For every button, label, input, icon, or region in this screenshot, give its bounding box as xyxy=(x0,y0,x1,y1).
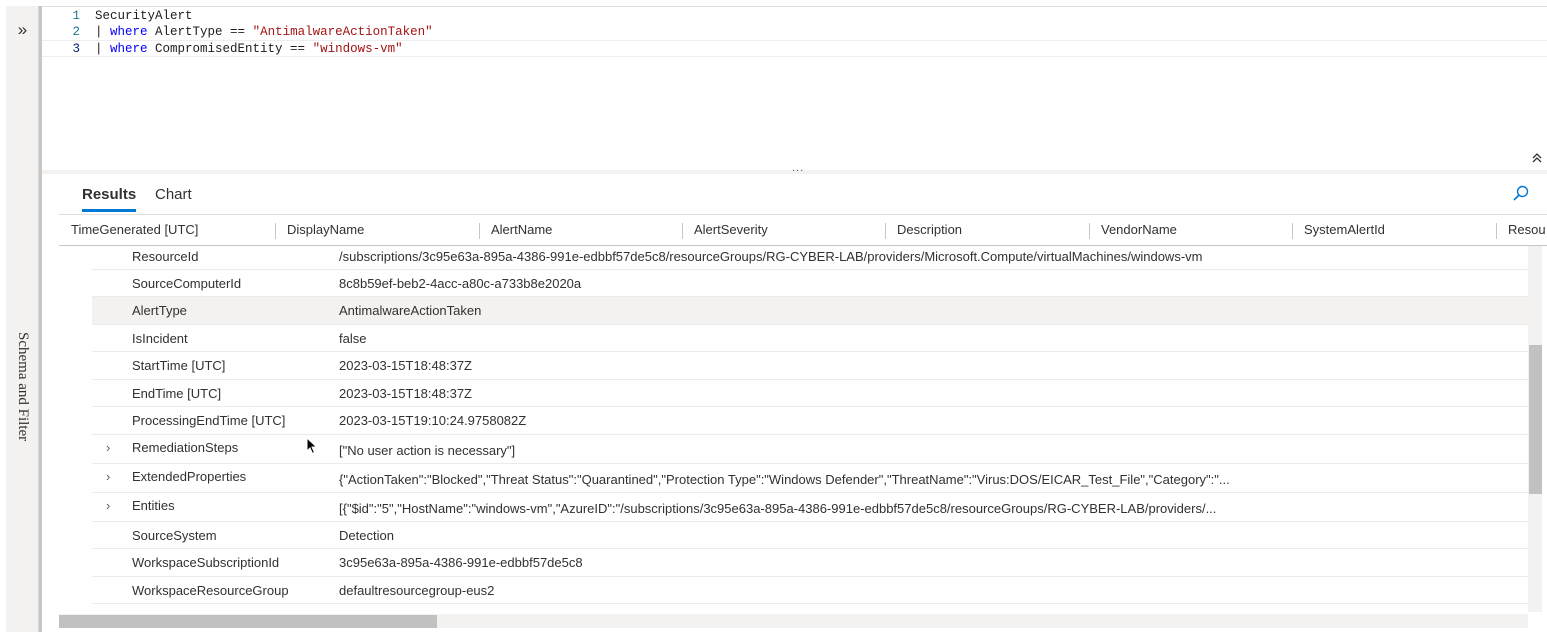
column-header[interactable]: Resou xyxy=(1496,215,1546,245)
field-value: defaultresourcegroup-eus2 xyxy=(339,583,495,598)
code-text[interactable]: | where CompromisedEntity == "windows-vm… xyxy=(95,41,403,58)
field-value: 2023-03-15T18:48:37Z xyxy=(339,386,472,401)
detail-row[interactable]: WorkspaceSubscriptionId 3c95e63a-895a-438… xyxy=(92,549,1528,577)
mouse-pointer-icon xyxy=(306,436,318,455)
tab-chart[interactable]: Chart xyxy=(155,186,192,212)
field-value: 2023-03-15T18:48:37Z xyxy=(339,358,472,373)
field-name: RemediationSteps xyxy=(132,440,239,455)
line-number: 2 xyxy=(72,25,80,39)
vertical-scrollbar[interactable] xyxy=(1528,246,1542,612)
column-resize-handle[interactable] xyxy=(885,223,886,239)
code-line[interactable]: 2 | where AlertType == "AntimalwareAction… xyxy=(42,24,1547,41)
query-editor[interactable]: 1 SecurityAlert 2 | where AlertType == "Ant… xyxy=(42,6,1547,166)
field-value: Detection xyxy=(339,528,394,543)
detail-row[interactable]: IsIncident false xyxy=(92,325,1528,352)
column-header[interactable]: AlertSeverity xyxy=(682,215,768,245)
record-detail-list: ResourceId/subscriptions/3c95e63a-895a-4… xyxy=(59,246,1528,612)
code-string: "AntimalwareActionTaken" xyxy=(252,25,433,39)
code-line[interactable]: 3 | where CompromisedEntity == "windows-v… xyxy=(42,40,1547,57)
detail-row[interactable]: SourceSystem Detection xyxy=(92,522,1528,549)
chevron-right-icon[interactable]: › xyxy=(106,498,110,513)
field-name: Entities xyxy=(132,498,175,513)
field-value: {"ActionTaken":"Blocked","Threat Status"… xyxy=(339,472,1230,487)
results-table-header: TimeGenerated [UTC] DisplayName AlertName A… xyxy=(59,214,1547,246)
splitter-handle[interactable]: ... xyxy=(792,162,804,174)
column-header[interactable]: TimeGenerated [UTC] xyxy=(59,215,198,245)
schema-and-filter-label[interactable]: Schema and Filter xyxy=(14,332,31,441)
field-value: false xyxy=(339,331,367,346)
column-resize-handle[interactable] xyxy=(1292,223,1293,239)
field-value: 3c95e63a-895a-4386-991e-edbbf57de5c8 xyxy=(339,555,583,570)
detail-row[interactable]: SourceComputerId 8c8b59ef-beb2-4acc-a80c-… xyxy=(92,270,1528,297)
code-text[interactable]: | where AlertType == "AntimalwareActionT… xyxy=(95,24,433,41)
column-header[interactable]: VendorName xyxy=(1089,215,1177,245)
chevron-right-icon[interactable]: › xyxy=(106,469,110,484)
field-name: EndTime [UTC] xyxy=(132,386,222,401)
code-text[interactable]: SecurityAlert xyxy=(95,8,193,25)
field-value: 2023-03-15T19:10:24.9758082Z xyxy=(339,413,527,428)
code-token: | xyxy=(95,25,111,39)
field-value: 8c8b59ef-beb2-4acc-a80c-a733b8e2020a xyxy=(339,276,582,291)
expand-panel-icon[interactable]: » xyxy=(6,20,39,40)
code-keyword: where xyxy=(110,42,148,56)
field-value: ["No user action is necessary"] xyxy=(339,443,516,458)
code-line[interactable]: 1 SecurityAlert xyxy=(42,8,1547,25)
column-resize-handle[interactable] xyxy=(682,223,683,239)
collapse-editor-icon[interactable] xyxy=(1531,151,1543,167)
code-string: "windows-vm" xyxy=(312,42,403,56)
editor-results-splitter[interactable]: ... xyxy=(42,162,1547,174)
column-header[interactable]: Description xyxy=(885,215,962,245)
field-name: WorkspaceResourceGroup xyxy=(132,583,289,598)
detail-row[interactable]: ProcessingEndTime [UTC] 2023-03-15T19:10:… xyxy=(92,407,1528,435)
field-name: StartTime [UTC] xyxy=(132,358,226,373)
field-value: [{"$id":"5","HostName":"windows-vm","Azu… xyxy=(339,501,1217,516)
column-resize-handle[interactable] xyxy=(1496,223,1497,239)
column-header[interactable]: AlertName xyxy=(479,215,552,245)
code-token: SecurityAlert xyxy=(95,9,193,23)
schema-and-filter-rail[interactable]: » Schema and Filter xyxy=(6,6,39,632)
detail-row[interactable]: StartTime [UTC] 2023-03-15T18:48:37Z xyxy=(92,352,1528,380)
vertical-scrollbar-thumb[interactable] xyxy=(1529,345,1542,494)
horizontal-scrollbar[interactable] xyxy=(59,614,1528,628)
column-resize-handle[interactable] xyxy=(1089,223,1090,239)
tab-results[interactable]: Results xyxy=(82,186,137,212)
field-name: ExtendedProperties xyxy=(132,469,247,484)
chevron-right-icon[interactable]: › xyxy=(106,440,110,455)
field-name: SourceSystem xyxy=(132,528,217,543)
column-header[interactable]: SystemAlertId xyxy=(1292,215,1385,245)
column-header[interactable]: DisplayName xyxy=(275,215,364,245)
detail-row[interactable]: EndTime [UTC] 2023-03-15T18:48:37Z xyxy=(92,380,1528,407)
detail-row[interactable]: ResourceId/subscriptions/3c95e63a-895a-4… xyxy=(92,246,1528,270)
horizontal-scrollbar-thumb[interactable] xyxy=(59,615,437,628)
code-token: AlertType == xyxy=(147,25,253,39)
field-name: ProcessingEndTime [UTC] xyxy=(132,413,286,428)
search-icon[interactable] xyxy=(1511,184,1531,204)
field-name: SourceComputerId xyxy=(132,276,242,291)
field-name: AlertType xyxy=(132,303,187,318)
field-name: IsIncident xyxy=(132,331,188,346)
field-name: ResourceId xyxy=(132,249,199,264)
field-name: WorkspaceSubscriptionId xyxy=(132,555,280,570)
code-token: CompromisedEntity == xyxy=(147,42,313,56)
detail-row[interactable]: WorkspaceResourceGroup defaultresourcegro… xyxy=(92,577,1528,604)
field-value: /subscriptions/3c95e63a-895a-4386-991e-e… xyxy=(339,249,1203,264)
line-number: 1 xyxy=(72,9,80,23)
detail-row[interactable]: › Entities [{"$id":"5","HostName":"windows… xyxy=(92,493,1528,522)
code-token: | xyxy=(95,42,111,56)
code-keyword: where xyxy=(110,25,148,39)
detail-row[interactable]: › ExtendedProperties {"ActionTaken":"Block… xyxy=(92,464,1528,493)
column-resize-handle[interactable] xyxy=(479,223,480,239)
field-value: AntimalwareActionTaken xyxy=(339,303,482,318)
detail-row[interactable]: AlertType AntimalwareActionTaken xyxy=(92,297,1528,325)
column-resize-handle[interactable] xyxy=(275,223,276,239)
line-number: 3 xyxy=(72,42,80,56)
